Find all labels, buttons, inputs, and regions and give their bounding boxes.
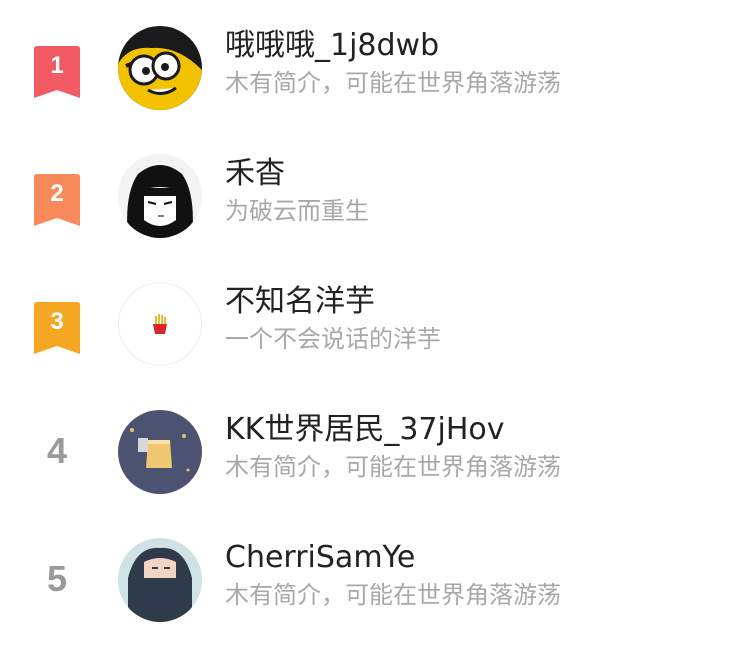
cartoon-face-avatar-icon [118, 26, 202, 110]
ranking-row-5[interactable]: 5 CherriSamYe 木有简介，可能在世界角落游荡 [0, 538, 750, 666]
sky-lantern-avatar-icon [118, 410, 202, 494]
user-name[interactable]: 不知名洋芋 [225, 284, 375, 320]
fries-avatar-icon [153, 314, 167, 334]
manga-girl-avatar-icon [118, 154, 202, 238]
ranking-row-3[interactable]: 3 不知名洋芋 一个不会说话的洋芋 [0, 282, 750, 410]
rank-badge-3: 3 [34, 302, 80, 354]
user-bio: 一个不会说话的洋芋 [225, 325, 441, 353]
rank-badge-1: 1 [34, 46, 80, 98]
avatar[interactable] [118, 538, 202, 622]
rank-number: 4 [46, 430, 68, 471]
rank-number: 2 [50, 180, 64, 207]
user-name[interactable]: KK世界居民_37jHov [225, 412, 505, 448]
avatar[interactable] [118, 26, 202, 110]
user-name[interactable]: 哦哦哦_1j8dwb [225, 28, 439, 64]
rank-badge-2: 2 [34, 174, 80, 226]
rank-number: 1 [50, 52, 64, 79]
user-name[interactable]: 禾杳 [225, 156, 285, 192]
avatar[interactable] [118, 410, 202, 494]
ranking-row-4[interactable]: 4 KK世界居民_37jHov 木有简介，可能在世界角落游荡 [0, 410, 750, 538]
rank-number: 5 [46, 558, 68, 599]
avatar[interactable] [118, 282, 202, 366]
rank-number: 3 [50, 308, 64, 335]
avatar[interactable] [118, 154, 202, 238]
user-bio: 为破云而重生 [225, 197, 369, 225]
ranking-row-2[interactable]: 2 禾杳 为破云而重生 [0, 154, 750, 282]
ranking-row-1[interactable]: 1 哦哦哦_1j8dwb 木有简介，可能在世界角落游荡 [0, 26, 750, 154]
user-bio: 木有简介，可能在世界角落游荡 [225, 69, 561, 97]
anime-couple-avatar-icon [118, 538, 202, 622]
user-name[interactable]: CherriSamYe [225, 540, 415, 576]
user-bio: 木有简介，可能在世界角落游荡 [225, 453, 561, 481]
